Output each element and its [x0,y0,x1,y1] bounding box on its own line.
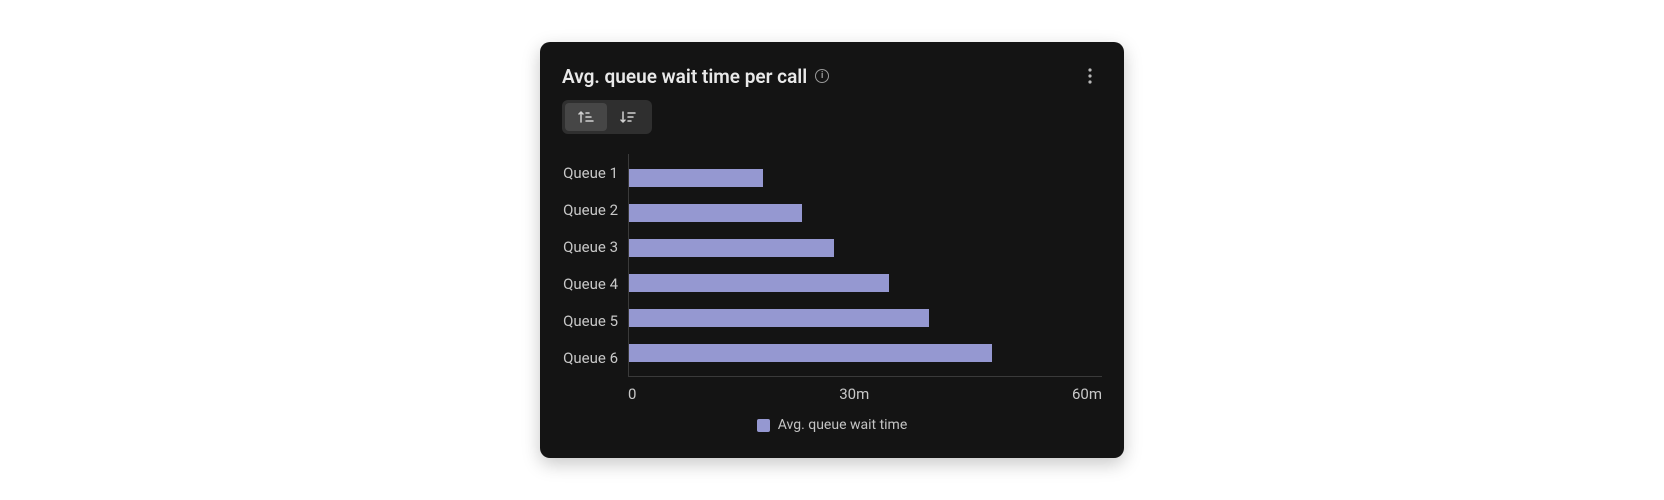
y-axis-label: Queue 1 [562,155,628,190]
y-axis-label: Queue 4 [562,267,628,302]
sort-asc-icon [578,110,594,124]
bar[interactable] [629,169,763,187]
title-group: Avg. queue wait time per call i [562,65,829,88]
x-axis: 0 30m 60m [562,385,1102,403]
bar-row [629,195,1102,230]
sort-desc-icon [620,110,636,124]
bar-row [629,265,1102,300]
card-title: Avg. queue wait time per call [562,65,807,88]
chart-area: Queue 1 Queue 2 Queue 3 Queue 4 Queue 5 … [562,154,1102,442]
sort-ascending-button[interactable] [565,103,607,131]
chart-card: Avg. queue wait time per call i [540,42,1124,458]
bar[interactable] [629,344,992,362]
bar[interactable] [629,274,889,292]
bar[interactable] [629,239,834,257]
x-tick: 30m [839,385,869,403]
y-axis-label: Queue 3 [562,229,628,264]
bar-row [629,300,1102,335]
x-tick: 60m [1072,385,1102,403]
bar-row [629,335,1102,370]
legend: Avg. queue wait time [562,417,1102,433]
sort-toggle-group [562,100,652,134]
y-axis-label: Queue 2 [562,192,628,227]
bar[interactable] [629,309,929,327]
legend-swatch [757,419,770,432]
bar[interactable] [629,204,802,222]
plot-area [628,154,1102,377]
x-tick: 0 [628,385,636,403]
bar-row [629,160,1102,195]
card-header: Avg. queue wait time per call i [562,64,1102,88]
bar-row [629,230,1102,265]
info-icon[interactable]: i [815,69,829,83]
y-axis-labels: Queue 1 Queue 2 Queue 3 Queue 4 Queue 5 … [562,154,628,377]
bars-zone: Queue 1 Queue 2 Queue 3 Queue 4 Queue 5 … [562,154,1102,377]
y-axis-label: Queue 5 [562,304,628,339]
more-options-button[interactable] [1078,64,1102,88]
y-axis-label: Queue 6 [562,341,628,376]
sort-descending-button[interactable] [607,103,649,131]
x-axis-ticks: 0 30m 60m [628,385,1102,403]
legend-label: Avg. queue wait time [778,417,908,433]
